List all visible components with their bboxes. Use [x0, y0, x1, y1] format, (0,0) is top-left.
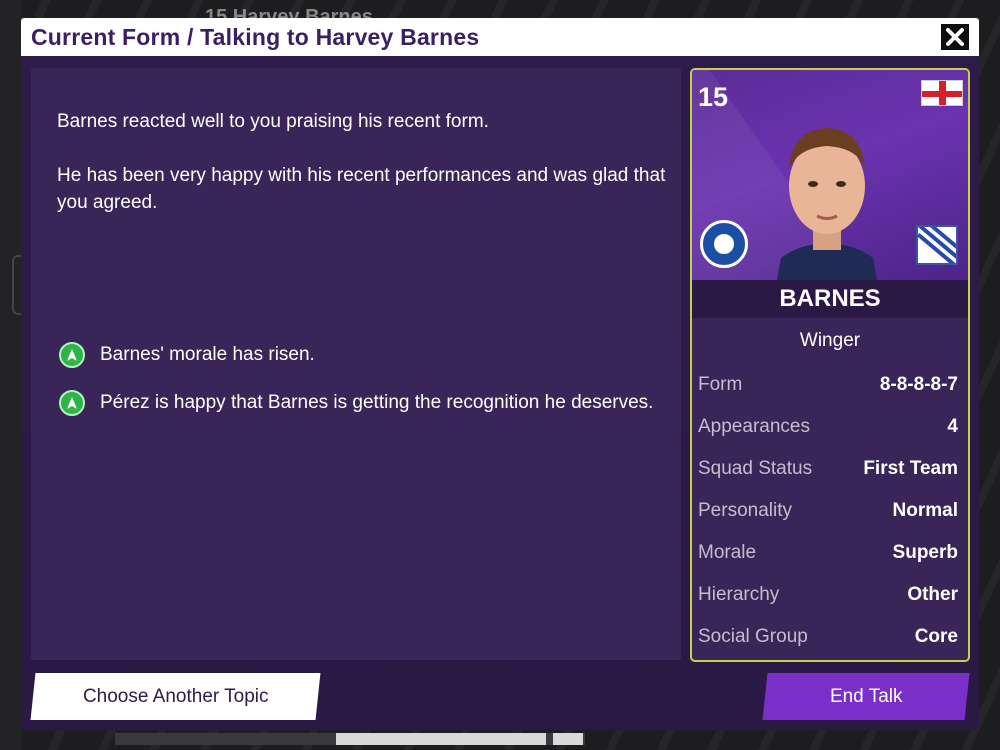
up-arrow-icon	[59, 342, 85, 368]
close-icon	[946, 28, 964, 46]
message-paragraph: Barnes reacted well to you praising his …	[57, 111, 489, 132]
stat-row-morale: Morale Superb	[692, 532, 968, 574]
stat-value: Normal	[892, 500, 958, 521]
outcome-item: Pérez is happy that Barnes is getting th…	[59, 390, 653, 416]
choose-another-topic-label: Choose Another Topic	[82, 685, 269, 707]
stat-value: Other	[907, 584, 958, 605]
message-panel: Barnes reacted well to you praising his …	[31, 68, 681, 660]
stat-row-personality: Personality Normal	[692, 490, 968, 532]
outcome-text: Barnes' morale has risen.	[100, 344, 315, 365]
stat-value: 4	[947, 416, 958, 437]
player-name: BARNES	[692, 280, 968, 318]
player-position: Winger	[799, 330, 861, 351]
kit-icon	[916, 225, 958, 265]
stat-row-form: Form 8-8-8-8-7	[692, 364, 968, 406]
up-arrow-icon	[59, 390, 85, 416]
stat-label: Social Group	[698, 626, 808, 647]
stat-label: Morale	[698, 542, 757, 563]
stat-value: First Team	[863, 458, 958, 479]
player-portrait	[777, 128, 877, 280]
dialog-title: Current Form / Talking to Harvey Barnes	[31, 23, 480, 50]
dialog-body: Barnes reacted well to you praising his …	[21, 56, 979, 730]
stat-label: Form	[698, 374, 743, 395]
stat-row-squad-status: Squad Status First Team	[692, 448, 968, 490]
background-sidebar	[0, 0, 22, 750]
close-button[interactable]	[939, 22, 971, 52]
end-talk-button[interactable]: End Talk	[762, 673, 970, 720]
stat-value: 8-8-8-8-7	[879, 374, 958, 395]
outcome-text: Pérez is happy that Barnes is getting th…	[100, 392, 654, 413]
stat-row-hierarchy: Hierarchy Other	[692, 574, 968, 616]
end-talk-label: End Talk	[829, 685, 903, 707]
squad-number: 15	[698, 82, 729, 112]
england-flag-icon	[921, 80, 963, 106]
player-talk-dialog: Current Form / Talking to Harvey Barnes …	[21, 18, 979, 730]
player-card-header: 15	[692, 70, 968, 280]
stat-value: Core	[914, 626, 958, 647]
outcome-item: Barnes' morale has risen.	[59, 342, 315, 368]
stat-value: Superb	[892, 542, 958, 563]
stat-row-appearances: Appearances 4	[692, 406, 968, 448]
stat-label: Personality	[698, 500, 792, 521]
message-paragraph: He has been very happy with his recent p…	[57, 165, 666, 213]
stat-label: Squad Status	[698, 458, 813, 479]
stat-row-social-group: Social Group Core	[692, 616, 968, 658]
stat-label: Hierarchy	[698, 584, 780, 605]
choose-another-topic-button[interactable]: Choose Another Topic	[30, 673, 321, 720]
leicester-city-badge-icon	[700, 220, 748, 268]
background-bottom-tab	[336, 733, 546, 745]
player-card[interactable]: 15 BARNES Winger Form 8-8-8-8-7 Appearan…	[690, 68, 970, 662]
stat-label: Appearances	[698, 416, 810, 437]
dialog-title-bar: Current Form / Talking to Harvey Barnes	[21, 18, 979, 56]
background-bottom-tab-2	[553, 733, 583, 745]
